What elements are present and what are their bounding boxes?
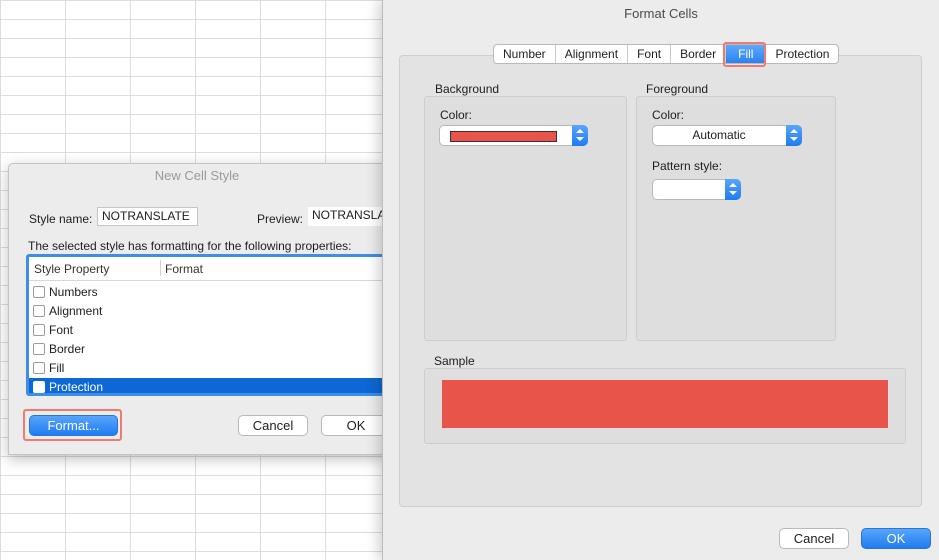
style-name-label: Style name: xyxy=(29,212,93,226)
tab-alignment[interactable]: Alignment xyxy=(556,45,629,63)
tab-protection[interactable]: Protection xyxy=(766,45,838,63)
property-label: Fill xyxy=(49,361,65,375)
sample-group xyxy=(424,368,906,444)
fill-tab-highlight xyxy=(723,42,766,67)
property-row-fill[interactable]: Fill xyxy=(29,359,385,378)
background-group-label: Background xyxy=(435,82,500,96)
pattern-style-label: Pattern style: xyxy=(652,159,723,173)
background-group: Color: xyxy=(424,96,627,341)
property-row-protection[interactable]: Protection xyxy=(29,378,385,394)
foreground-group: Color: Automatic Pattern style: xyxy=(636,96,836,341)
ok-button[interactable]: OK xyxy=(861,528,931,549)
cancel-button[interactable]: Cancel xyxy=(779,528,849,549)
style-name-input[interactable]: NOTRANSLATE xyxy=(97,207,198,226)
font-checkbox[interactable] xyxy=(33,324,45,336)
ok-button[interactable]: OK xyxy=(321,415,385,436)
border-checkbox[interactable] xyxy=(33,343,45,355)
sample-label: Sample xyxy=(434,354,475,368)
protection-checkbox[interactable] xyxy=(33,381,45,393)
chevron-updown-icon xyxy=(572,125,588,146)
foreground-group-label: Foreground xyxy=(646,82,709,96)
foreground-color-popup[interactable]: Automatic xyxy=(652,125,802,146)
dialog-title: New Cell Style xyxy=(154,168,240,183)
numbers-checkbox[interactable] xyxy=(33,286,45,298)
property-row-alignment[interactable]: Alignment xyxy=(29,302,385,321)
property-row-font[interactable]: Font xyxy=(29,321,385,340)
preview-sample: NOTRANSLATE xyxy=(308,207,385,226)
format-tabs: Number Alignment Font Border Fill Protec… xyxy=(493,44,840,64)
property-label: Numbers xyxy=(49,285,98,299)
background-color-popup[interactable] xyxy=(439,125,588,146)
property-row-numbers[interactable]: Numbers xyxy=(29,283,385,302)
foreground-color-value: Automatic xyxy=(692,128,746,142)
property-label: Protection xyxy=(49,380,104,394)
alignment-checkbox[interactable] xyxy=(33,305,45,317)
preview-label: Preview: xyxy=(257,212,304,226)
property-label: Border xyxy=(49,342,86,356)
table-header: Style Property Format xyxy=(29,257,385,281)
fill-checkbox[interactable] xyxy=(33,362,45,374)
column-header-style-property[interactable]: Style Property xyxy=(34,262,109,276)
chevron-updown-icon xyxy=(786,125,802,146)
tab-border[interactable]: Border xyxy=(671,45,727,63)
dialog-title: Format Cells xyxy=(624,6,698,21)
properties-caption: The selected style has formatting for th… xyxy=(28,239,352,253)
property-row-border[interactable]: Border xyxy=(29,340,385,359)
cancel-button[interactable]: Cancel xyxy=(238,415,308,436)
fill-tab-panel: Background Color: Foreground Color: Auto… xyxy=(399,55,922,507)
format-button[interactable]: Format... xyxy=(29,415,118,436)
background-color-label: Color: xyxy=(440,108,473,122)
tab-font[interactable]: Font xyxy=(628,45,672,63)
pattern-style-popup[interactable] xyxy=(652,179,741,200)
new-cell-style-dialog: New Cell Style Style name: NOTRANSLATE P… xyxy=(8,163,386,455)
color-swatch xyxy=(450,131,557,142)
sample-preview xyxy=(442,380,888,428)
property-label: Alignment xyxy=(49,304,103,318)
style-properties-table[interactable]: Style Property Format Numbers Alignment … xyxy=(26,254,385,396)
format-cells-dialog: Format Cells Background Color: Foregroun… xyxy=(382,0,939,560)
property-label: Font xyxy=(49,323,74,337)
column-header-format[interactable]: Format xyxy=(165,262,203,276)
tab-number[interactable]: Number xyxy=(494,45,556,63)
foreground-color-label: Color: xyxy=(652,108,685,122)
chevron-updown-icon xyxy=(725,179,741,200)
